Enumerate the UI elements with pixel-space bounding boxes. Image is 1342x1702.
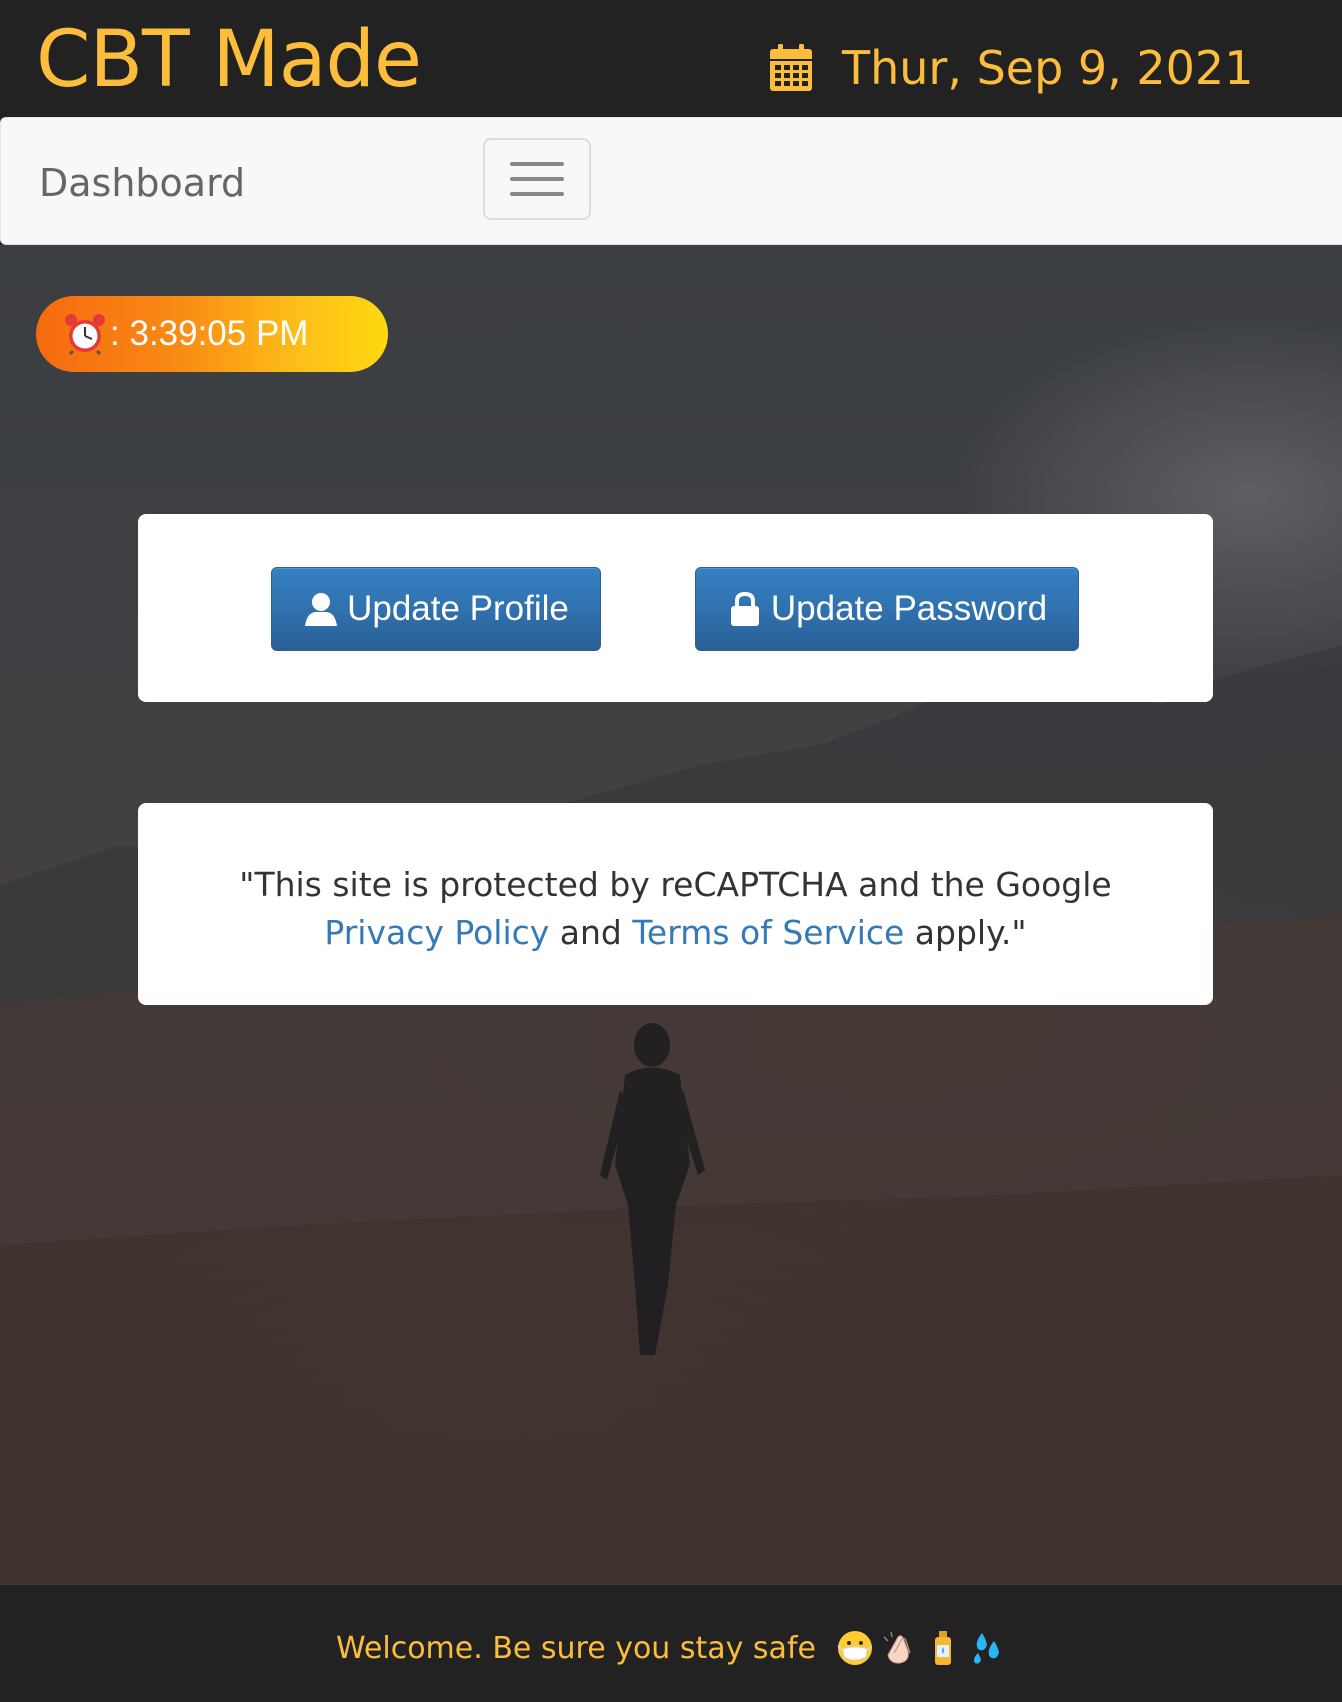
hamburger-bar	[510, 192, 564, 196]
update-password-label: Update Password	[770, 589, 1048, 628]
update-profile-label: Update Profile	[347, 589, 569, 628]
hamburger-menu-icon	[510, 162, 564, 166]
hamburger-bar	[510, 177, 564, 181]
user-icon	[305, 593, 338, 626]
update-profile-button[interactable]: Update Profile	[271, 567, 601, 651]
nav-dashboard-link[interactable]: Dashboard	[39, 161, 245, 205]
recaptcha-notice-panel: "This site is protected by reCAPTCHA and…	[138, 803, 1213, 1005]
clock-badge: : 3:39:05 PM	[36, 296, 388, 372]
navbar: Dashboard	[0, 117, 1342, 245]
face-with-mask-icon	[837, 1631, 873, 1665]
sanitizer-bottle-icon	[934, 1631, 951, 1665]
current-time: : 3:39:05 PM	[110, 314, 309, 353]
date-display: Thur, Sep 9, 2021	[768, 36, 1253, 100]
footer: Welcome. Be sure you stay safe	[0, 1584, 1342, 1702]
recaptcha-notice: "This site is protected by reCAPTCHA and…	[178, 861, 1173, 957]
site-brand: CBT Made	[36, 15, 422, 105]
footer-message-row: Welcome. Be sure you stay safe	[0, 1629, 1342, 1667]
clapping-hands-icon	[883, 1631, 911, 1664]
top-header: CBT Made Thur, Sep 9, 2021	[0, 0, 1342, 117]
terms-of-service-link[interactable]: Terms of Service	[632, 913, 904, 952]
footer-message: Welcome. Be sure you stay safe	[336, 1630, 816, 1666]
current-date: Thur, Sep 9, 2021	[842, 41, 1254, 95]
lock-icon	[730, 591, 759, 626]
update-password-button[interactable]: Update Password	[695, 567, 1079, 651]
calendar-icon	[770, 44, 812, 91]
page: CBT Made Thur, Sep 9, 2021 Dashboard: 3…	[0, 0, 1342, 1702]
notice-prefix: "This site is protected by reCAPTCHA and…	[239, 865, 1112, 904]
navbar-toggle-button[interactable]	[483, 138, 591, 220]
notice-suffix: apply."	[904, 913, 1027, 952]
notice-and: and	[549, 913, 633, 952]
account-actions-panel: Update Profile Update Password	[138, 514, 1213, 702]
alarm-clock-icon	[65, 314, 105, 355]
water-droplets-icon	[973, 1633, 999, 1664]
privacy-policy-link[interactable]: Privacy Policy	[324, 913, 549, 952]
